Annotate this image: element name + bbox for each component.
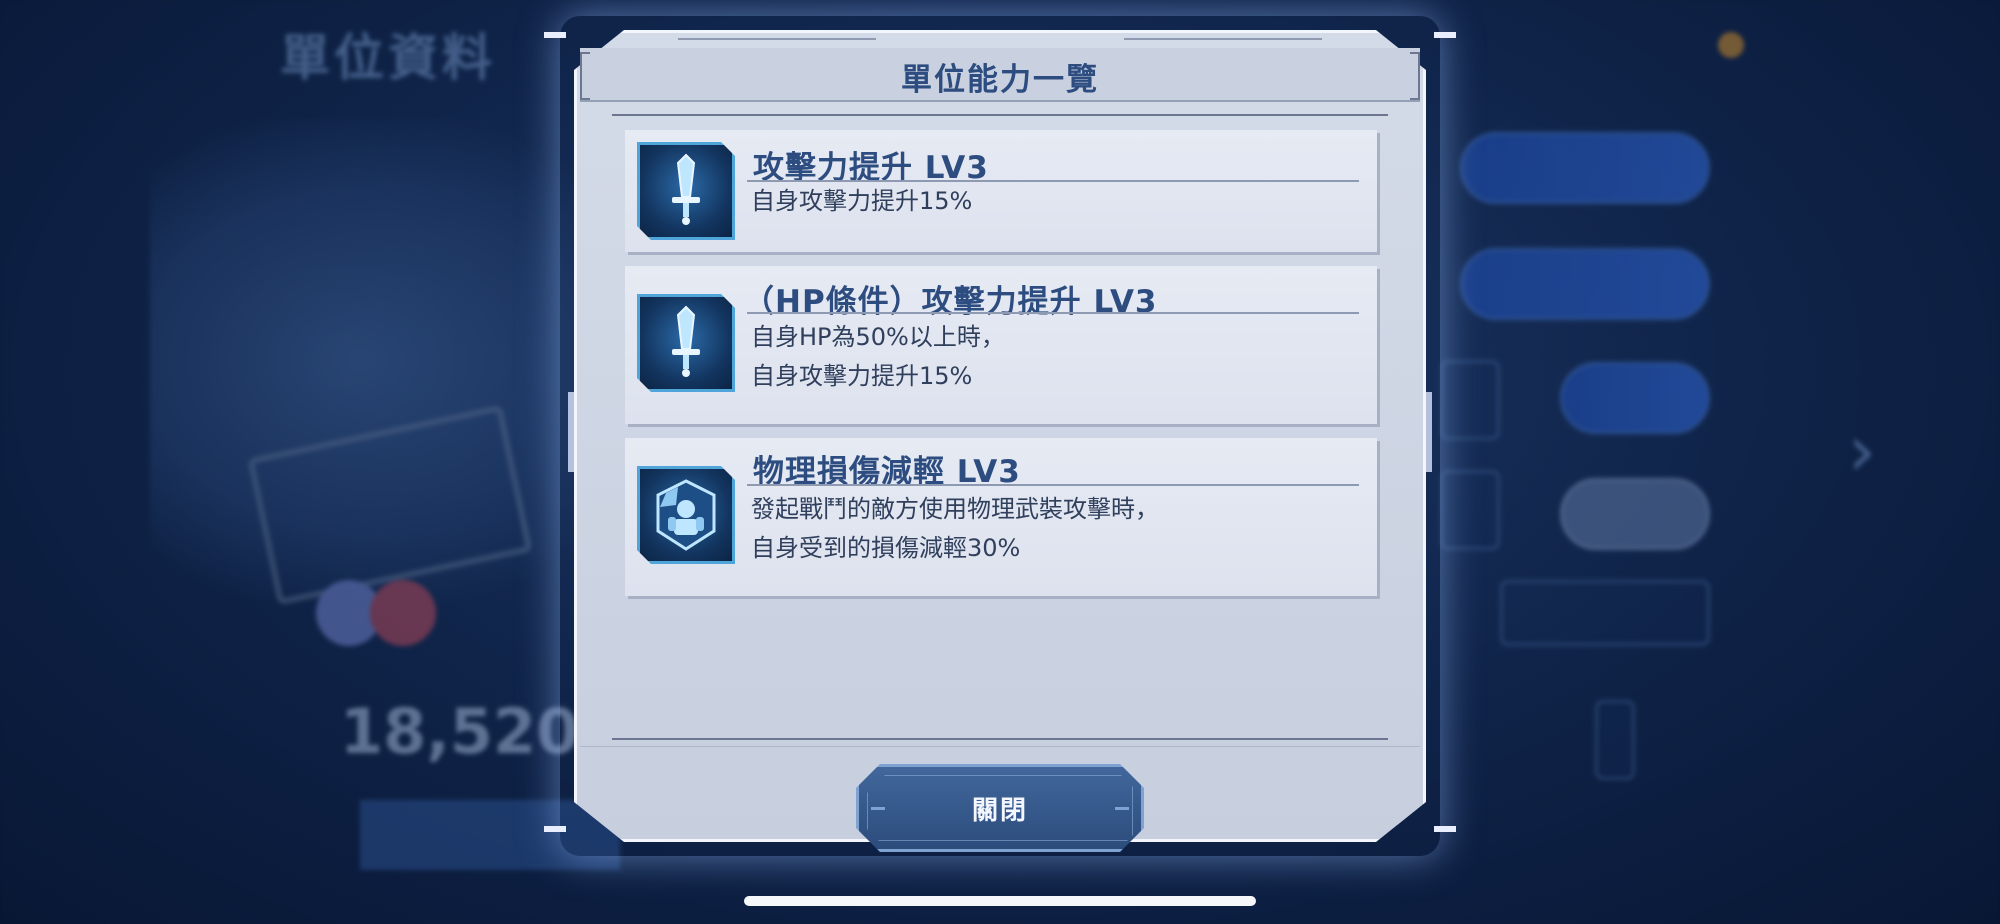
ability-card: 物理損傷減輕 LV3 發起戰鬥的敵方使用物理武裝攻擊時， 自身受到的損傷減輕30… [625, 438, 1377, 596]
header-decor-line [1124, 38, 1322, 40]
ability-name-underline [747, 312, 1359, 314]
background-tab-active [360, 800, 620, 870]
background-next-arrow-icon: › [1848, 410, 1876, 492]
background-button-3 [1560, 362, 1710, 434]
frame-corner-tick [544, 32, 566, 38]
divider [580, 746, 1420, 747]
ability-name: （HP條件）攻擊力提升 LV3 [743, 284, 1158, 320]
sword-icon [637, 294, 735, 392]
background-coin-icon [1718, 32, 1744, 58]
background-button-2 [1460, 248, 1710, 320]
ability-description: 自身HP為50%以上時， 自身攻擊力提升15% [751, 318, 1005, 396]
divider [612, 738, 1388, 740]
background-search-box-3 [1595, 700, 1635, 780]
ability-description-line: 自身攻擊力提升15% [751, 362, 973, 390]
background-search-box-1 [1440, 360, 1500, 440]
ability-description-line: 發起戰鬥的敵方使用物理武裝攻擊時， [751, 495, 1159, 523]
divider [612, 114, 1388, 116]
home-indicator[interactable] [744, 896, 1256, 906]
frame-corner-tick [544, 826, 566, 832]
frame-corner-tick [1434, 32, 1456, 38]
frame-corner-tick [1434, 826, 1456, 832]
background-attribute-badge [370, 580, 436, 646]
background-search-box-2 [1440, 470, 1500, 550]
ability-description: 自身攻擊力提升15% [751, 182, 972, 221]
frame-side-tick [1426, 392, 1432, 472]
ability-description-line: 自身HP為50%以上時， [751, 323, 1005, 351]
background-power-value: 18,520 [340, 695, 580, 768]
close-button-label: 關閉 [971, 795, 1028, 826]
background-button-1 [1460, 132, 1710, 204]
close-button-decor [1115, 807, 1129, 810]
dialog-title: 單位能力一覽 [901, 62, 1099, 98]
armor-shield-icon [637, 466, 735, 564]
ability-description-line: 自身攻擊力提升15% [751, 187, 973, 215]
background-button-4 [1560, 478, 1710, 550]
background-screen-title: 單位資料 [280, 29, 496, 87]
close-button-decor [871, 807, 885, 810]
ability-description-line: 自身受到的損傷減輕30% [751, 534, 1021, 562]
frame-side-tick [568, 392, 574, 472]
ability-card: 攻擊力提升 LV3 自身攻擊力提升15% [625, 130, 1377, 252]
header-decor-line [678, 38, 876, 40]
ability-description: 發起戰鬥的敵方使用物理武裝攻擊時， 自身受到的損傷減輕30% [751, 490, 1159, 568]
ability-name-underline [747, 484, 1359, 486]
ability-card: （HP條件）攻擊力提升 LV3 自身HP為50%以上時， 自身攻擊力提升15% [625, 266, 1377, 424]
close-button[interactable]: 關閉 [856, 764, 1144, 852]
background-detail-button [1500, 580, 1710, 646]
sword-icon [637, 142, 735, 240]
